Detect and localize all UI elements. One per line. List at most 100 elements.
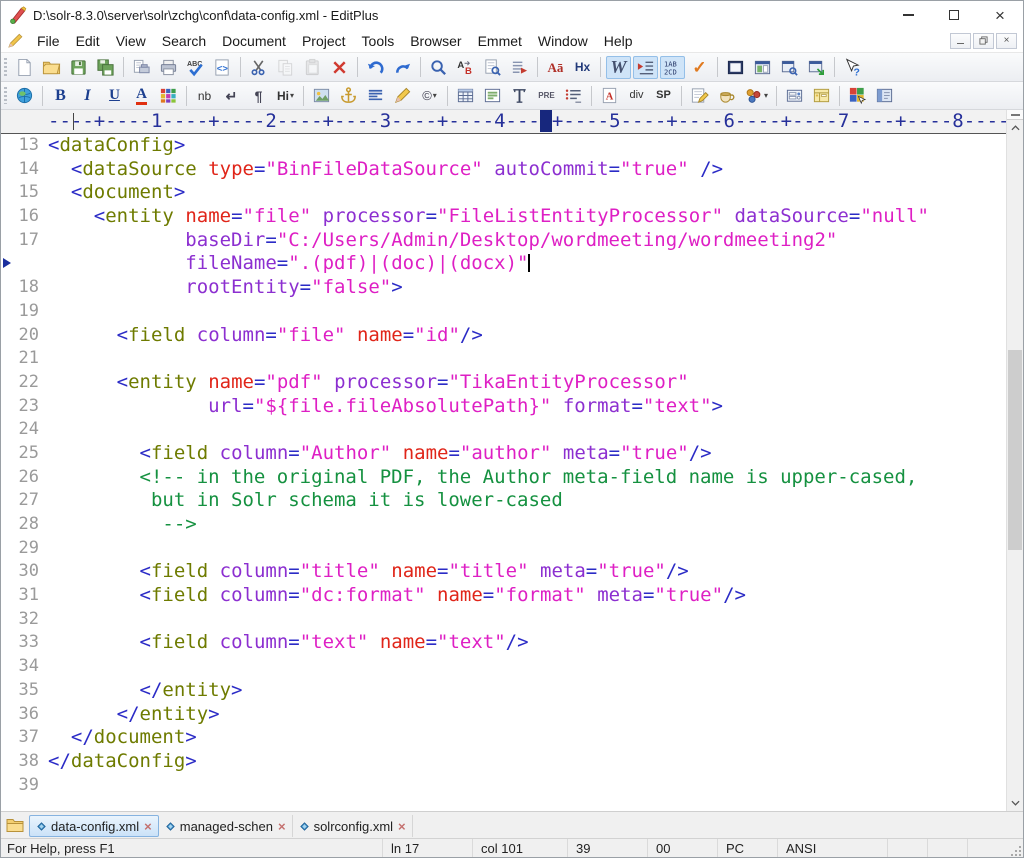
save-all-button[interactable]: [93, 56, 118, 79]
tab-close-icon[interactable]: ×: [278, 820, 286, 833]
tab-data-config[interactable]: data-config.xml ×: [29, 815, 159, 837]
find-in-files-button[interactable]: [480, 56, 505, 79]
menu-search[interactable]: Search: [154, 31, 214, 51]
code-line-38[interactable]: 38 </dataConfig>: [1, 750, 1008, 774]
tab-managed-schema[interactable]: managed-schen ×: [159, 815, 293, 837]
code-line-32[interactable]: 32: [1, 608, 1008, 632]
undo-button[interactable]: [363, 56, 388, 79]
code-line-wrap[interactable]: fileName=".(pdf)|(doc)|(docx)": [1, 252, 1008, 276]
project-window-button[interactable]: [777, 56, 802, 79]
document-close-button[interactable]: ×: [996, 32, 1017, 49]
browser-button[interactable]: [12, 84, 37, 107]
code-line-25[interactable]: 25 <field column="Author" name="author" …: [1, 442, 1008, 466]
code-line-20[interactable]: 20 <field column="file" name="id"/>: [1, 324, 1008, 348]
full-screen-button[interactable]: [723, 56, 748, 79]
document-minimize-button[interactable]: [950, 32, 971, 49]
menu-file[interactable]: File: [29, 31, 68, 51]
save-button[interactable]: [66, 56, 91, 79]
form-palette-button[interactable]: [809, 84, 834, 107]
syntax-check-button[interactable]: ✓: [687, 56, 712, 79]
code-line-34[interactable]: 34: [1, 655, 1008, 679]
code-line-17[interactable]: 17 baseDir="C:/Users/Admin/Desktop/wordm…: [1, 229, 1008, 253]
objects-button[interactable]: [741, 84, 771, 107]
code-line-21[interactable]: 21: [1, 347, 1008, 371]
maximize-button[interactable]: [931, 1, 977, 29]
anchor-button[interactable]: [336, 84, 361, 107]
preformatted-button[interactable]: PRE: [534, 84, 559, 107]
code-line-39[interactable]: 39: [1, 774, 1008, 798]
code-line-33[interactable]: 33 <field column="text" name="text"/>: [1, 631, 1008, 655]
code-line-31[interactable]: 31 <field column="dc:format" name="forma…: [1, 584, 1008, 608]
script-button[interactable]: [687, 84, 712, 107]
scroll-down-button[interactable]: [1007, 795, 1023, 811]
code-line-27[interactable]: 27 but in Solr schema it is lower-cased: [1, 489, 1008, 513]
replace-button[interactable]: AB: [453, 56, 478, 79]
print-button[interactable]: [156, 56, 181, 79]
bold-button[interactable]: B: [48, 84, 73, 107]
code-line-22[interactable]: 22 <entity name="pdf" processor="TikaEnt…: [1, 371, 1008, 395]
menu-edit[interactable]: Edit: [68, 31, 108, 51]
code-editor[interactable]: 13 <dataConfig> 14 <dataSource type="BinFi…: [1, 134, 1008, 811]
code-line-26[interactable]: 26 <!-- in the original PDF, the Author …: [1, 466, 1008, 490]
open-file-button[interactable]: [39, 56, 64, 79]
paragraph-button[interactable]: ¶: [246, 84, 271, 107]
align-button[interactable]: [363, 84, 388, 107]
hex-view-button[interactable]: Hx: [570, 56, 595, 79]
go-to-marker-button[interactable]: [507, 56, 532, 79]
spell-check-button[interactable]: ABC: [183, 56, 208, 79]
view-in-browser-button[interactable]: <>: [210, 56, 235, 79]
code-line-35[interactable]: 35 </entity>: [1, 679, 1008, 703]
paste-button[interactable]: [300, 56, 325, 79]
heading-button[interactable]: Hi: [273, 84, 298, 107]
code-line-30[interactable]: 30 <field column="title" name="title" me…: [1, 560, 1008, 584]
code-line-18[interactable]: 18 rootEntity="false">: [1, 276, 1008, 300]
convert-case-button[interactable]: Aā: [543, 56, 568, 79]
new-file-button[interactable]: [12, 56, 37, 79]
table-button[interactable]: [453, 84, 478, 107]
code-line-13[interactable]: 13 <dataConfig>: [1, 134, 1008, 158]
menu-help[interactable]: Help: [596, 31, 641, 51]
edit-tag-button[interactable]: [390, 84, 415, 107]
list-button[interactable]: [561, 84, 586, 107]
italic-button[interactable]: I: [75, 84, 100, 107]
print-preview-button[interactable]: [129, 56, 154, 79]
close-button[interactable]: ×: [977, 1, 1023, 29]
menu-project[interactable]: Project: [294, 31, 354, 51]
color-picker-button[interactable]: [156, 84, 181, 107]
special-char-button[interactable]: ©: [417, 84, 442, 107]
menu-window[interactable]: Window: [530, 31, 596, 51]
code-line-19[interactable]: 19: [1, 300, 1008, 324]
code-line-15[interactable]: 15 <document>: [1, 181, 1008, 205]
split-handle[interactable]: [1007, 110, 1023, 120]
code-line-24[interactable]: 24: [1, 418, 1008, 442]
find-button[interactable]: [426, 56, 451, 79]
span-button[interactable]: SP: [651, 84, 676, 107]
document-restore-button[interactable]: [973, 32, 994, 49]
non-breaking-space-button[interactable]: nb: [192, 84, 217, 107]
new-window-button[interactable]: [804, 56, 829, 79]
context-help-button[interactable]: ?: [840, 56, 865, 79]
scroll-up-button[interactable]: [1007, 120, 1023, 136]
code-line-16[interactable]: 16 <entity name="file" processor="FileLi…: [1, 205, 1008, 229]
resize-grip[interactable]: [1007, 839, 1023, 857]
project-folder-icon[interactable]: [5, 815, 25, 835]
color-palette-button[interactable]: [845, 84, 870, 107]
delete-button[interactable]: [327, 56, 352, 79]
menu-view[interactable]: View: [108, 31, 154, 51]
scrollbar-thumb[interactable]: [1008, 350, 1022, 550]
vertical-scrollbar[interactable]: [1006, 110, 1023, 811]
line-break-button[interactable]: ↵: [219, 84, 244, 107]
code-line-29[interactable]: 29: [1, 537, 1008, 561]
code-line-14[interactable]: 14 <dataSource type="BinFileDataSource" …: [1, 158, 1008, 182]
column-ruler[interactable]: ----+----1----+----2----+----3----+----4…: [1, 110, 1008, 134]
cut-button[interactable]: [246, 56, 271, 79]
panel-button[interactable]: [872, 84, 897, 107]
code-line-36[interactable]: 36 </entity>: [1, 703, 1008, 727]
auto-indent-button[interactable]: [633, 55, 658, 79]
code-line-28[interactable]: 28 -->: [1, 513, 1008, 537]
font-color-button[interactable]: A: [129, 84, 154, 107]
copy-button[interactable]: [273, 56, 298, 79]
redo-button[interactable]: [390, 56, 415, 79]
menu-browser[interactable]: Browser: [402, 31, 469, 51]
named-anchor-button[interactable]: A: [597, 84, 622, 107]
